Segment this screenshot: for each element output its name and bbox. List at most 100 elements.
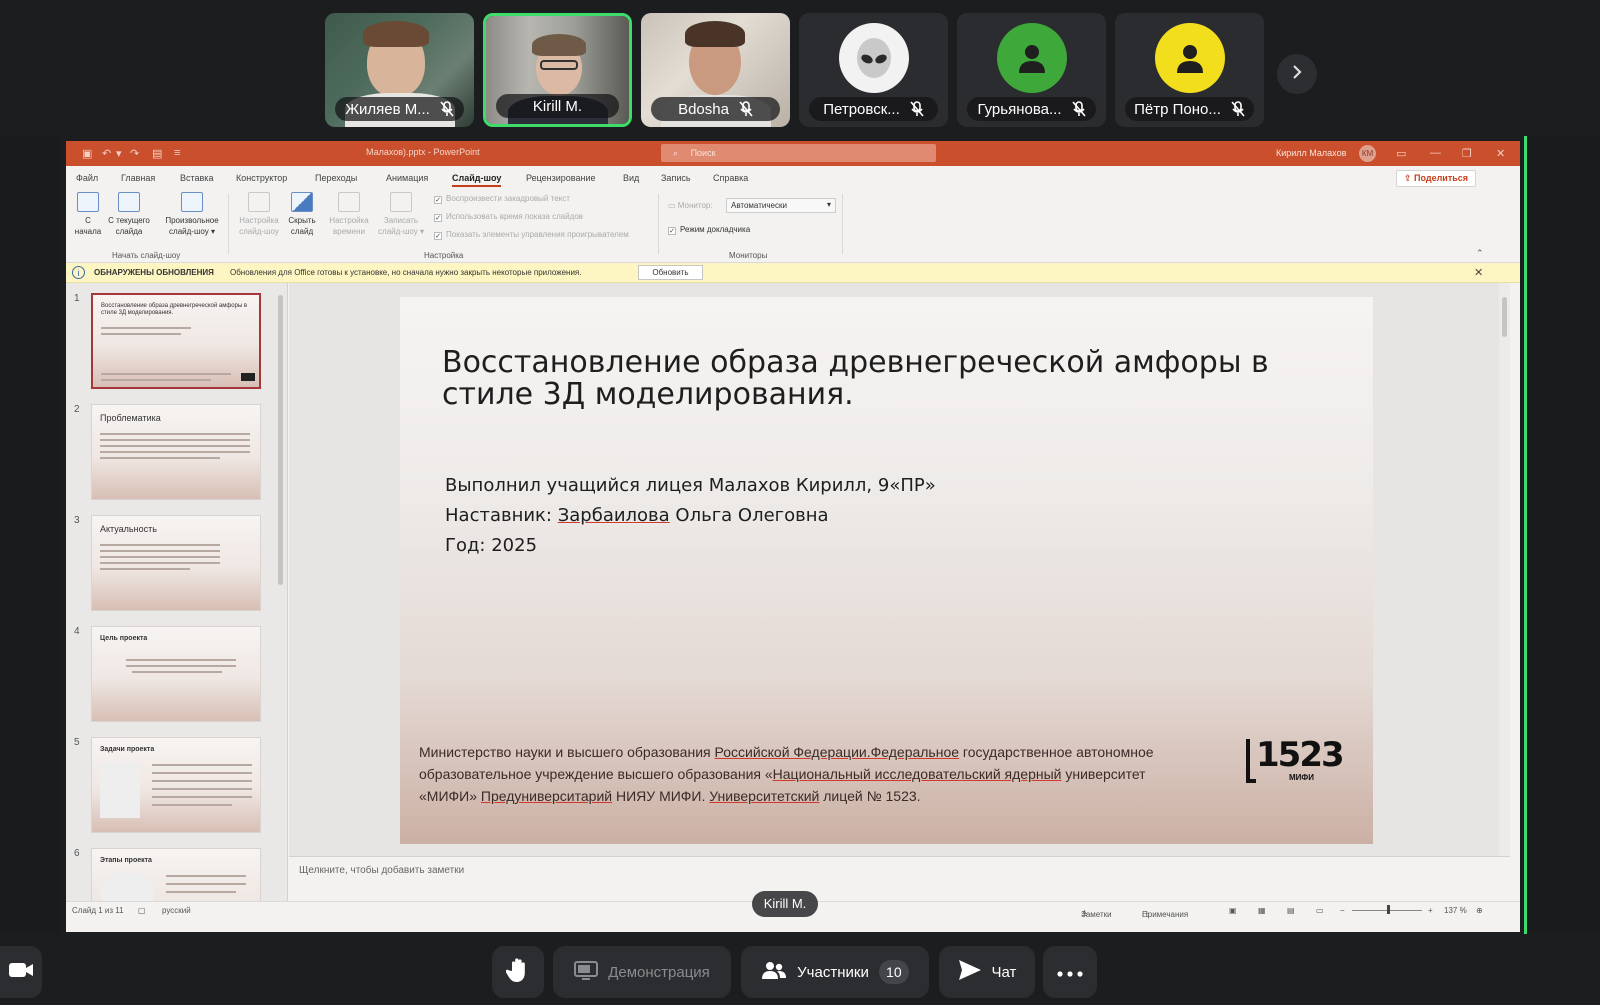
button-label: С текущего	[108, 216, 150, 225]
slide-sorter-icon[interactable]: ▦	[1258, 906, 1266, 915]
participant-tile[interactable]: Жиляев М...	[325, 13, 474, 127]
close-icon[interactable]: ✕	[1496, 147, 1505, 160]
update-button[interactable]: Обновить	[638, 265, 703, 280]
chevron-down-icon[interactable]: ▾	[116, 147, 122, 160]
slide-thumbnail-5[interactable]: Задачи проекта	[91, 737, 261, 833]
search-box[interactable]: ⌕ Поиск	[661, 144, 936, 162]
fit-slide-icon[interactable]: ⊕	[1476, 906, 1483, 915]
text-span: Зарбаилова	[557, 505, 670, 526]
thumbnail-text-line	[101, 327, 191, 329]
presentation-icon[interactable]: ▤	[152, 147, 162, 160]
thumbnail-title: Этапы проекта	[100, 857, 152, 864]
document-title: Малахов).pptx - PowerPoint	[366, 147, 480, 157]
share-button[interactable]: ⇪ Поделиться	[1396, 170, 1476, 187]
slide-year-line: Год: 2025	[445, 535, 538, 556]
participants-button[interactable]: Участники 10	[741, 946, 929, 998]
thumbnail-text-line	[152, 788, 252, 790]
participant-tile[interactable]: Пётр Поно...	[1115, 13, 1264, 127]
button-label: слайд-шоу ▾	[378, 227, 424, 236]
setup-slideshow-button[interactable]: Настройка слайд-шоу	[234, 192, 284, 237]
play-narrations-checkbox[interactable]: ✓ Воспроизвести закадровый текст	[434, 194, 570, 204]
redo-icon[interactable]: ↷	[130, 147, 139, 160]
participant-tile[interactable]: Петровск...	[799, 13, 948, 127]
ribbon-display-icon[interactable]: ▭	[1396, 147, 1406, 160]
participant-tile[interactable]: Гурьянова...	[957, 13, 1106, 127]
raise-hand-button[interactable]	[492, 946, 544, 998]
tab-home[interactable]: Главная	[121, 173, 155, 183]
thumbnail-text-line	[166, 891, 236, 893]
thumbnail-image	[100, 762, 140, 818]
slide-thumbnail-6[interactable]: Этапы проекта	[91, 848, 261, 901]
tab-review[interactable]: Рецензирование	[526, 173, 596, 183]
slide-thumbnail-3[interactable]: Актуальность	[91, 515, 261, 611]
hide-slide-button[interactable]: Скрыть слайд	[284, 192, 320, 237]
chat-button[interactable]: Чат	[939, 946, 1035, 998]
slide-thumbnail-2[interactable]: Проблематика	[91, 404, 261, 500]
checkbox-label: Воспроизвести закадровый текст	[446, 194, 570, 203]
rehearse-timings-button[interactable]: Настройка времени	[324, 192, 374, 237]
tab-view[interactable]: Вид	[623, 173, 639, 183]
tab-recording[interactable]: Запись	[661, 173, 691, 183]
select-value: Автоматически	[731, 201, 787, 210]
use-timings-checkbox[interactable]: ✓ Использовать время показа слайдов	[434, 212, 583, 222]
scrollbar-handle[interactable]	[278, 295, 283, 585]
customize-toolbar-icon[interactable]: ≡	[174, 147, 180, 159]
accessibility-icon[interactable]: ▢	[138, 906, 146, 915]
from-current-button[interactable]: С текущего слайда	[104, 192, 154, 237]
thumbnail-scrollbar[interactable]	[275, 283, 286, 901]
button-label: слайд	[290, 227, 314, 236]
collapse-ribbon-icon[interactable]: ⌃	[1476, 248, 1484, 259]
chat-label: Чат	[991, 963, 1017, 981]
close-icon[interactable]: ✕	[1474, 266, 1483, 279]
editor-scrollbar[interactable]	[1499, 283, 1510, 856]
undo-icon[interactable]: ↶	[102, 147, 111, 160]
from-start-button[interactable]: С начала	[74, 192, 102, 237]
zoom-level[interactable]: 137 %	[1444, 906, 1467, 915]
zoom-in-icon[interactable]: +	[1428, 906, 1433, 915]
more-options-button[interactable]	[1043, 946, 1097, 998]
ribbon-tabs: Файл Главная Вставка Конструктор Переход…	[66, 166, 1520, 188]
next-participants-button[interactable]	[1277, 54, 1317, 94]
avatar[interactable]: КМ	[1359, 145, 1376, 162]
thumbnail-text-line	[126, 659, 236, 661]
notes-field[interactable]: Щелкните, чтобы добавить заметки	[289, 856, 1510, 901]
tab-design[interactable]: Конструктор	[236, 173, 287, 183]
minimize-icon[interactable]: —	[1430, 147, 1441, 159]
presenter-view-checkbox[interactable]: ✓ Режим докладчика	[668, 225, 750, 235]
record-slideshow-button[interactable]: Записать слайд-шоу ▾	[374, 192, 428, 237]
show-media-controls-checkbox[interactable]: ✓ Показать элементы управления проигрыват…	[434, 230, 629, 240]
hand-icon	[505, 957, 530, 987]
participant-tile-active[interactable]: Kirill M.	[483, 13, 632, 127]
tab-help[interactable]: Справка	[713, 173, 748, 183]
save-icon[interactable]: ▣	[82, 147, 92, 160]
slideshow-view-icon[interactable]: ▭	[1316, 906, 1324, 915]
camera-button[interactable]	[0, 946, 42, 998]
participant-tile[interactable]: Bdosha	[641, 13, 790, 127]
thumbnail-text-line	[152, 780, 252, 782]
tab-animations[interactable]: Анимация	[386, 173, 428, 183]
powerpoint-window: ▣ ↶ ▾ ↷ ▤ ≡ Малахов).pptx - PowerPoint ⌕…	[66, 141, 1520, 932]
tab-transitions[interactable]: Переходы	[315, 173, 357, 183]
monitor-select[interactable]: Автоматически ▾	[726, 198, 836, 213]
participant-name-pill: Пётр Поно...	[1125, 97, 1254, 121]
tab-insert[interactable]: Вставка	[180, 173, 213, 183]
restore-icon[interactable]: ❐	[1462, 147, 1472, 160]
thumbnail-number: 3	[74, 515, 80, 526]
text-span: лицей № 1523.	[819, 788, 921, 804]
text-span: образовательное учреждение высшего образ…	[419, 766, 773, 782]
update-text: Обновления для Office готовы к установке…	[230, 268, 582, 277]
slide-thumbnail-4[interactable]: Цель проекта	[91, 626, 261, 722]
custom-slideshow-button[interactable]: Произвольное слайд-шоу ▾	[160, 192, 224, 237]
current-slide[interactable]: Восстановление образа древнегреческой ам…	[400, 297, 1373, 844]
zoom-slider-handle[interactable]	[1387, 905, 1390, 914]
reading-view-icon[interactable]: ▤	[1287, 906, 1295, 915]
scrollbar-handle[interactable]	[1502, 297, 1507, 337]
thumbnail-text-line	[100, 562, 220, 564]
zoom-out-icon[interactable]: −	[1340, 906, 1345, 915]
language-indicator[interactable]: русский	[162, 906, 191, 915]
slide-thumbnail-1[interactable]: Восстановление образа древнегреческой ам…	[91, 293, 261, 389]
screen-share-button[interactable]: Демонстрация	[553, 946, 731, 998]
tab-file[interactable]: Файл	[76, 173, 98, 183]
normal-view-icon[interactable]: ▣	[1229, 906, 1237, 915]
tab-slideshow[interactable]: Слайд-шоу	[452, 173, 502, 187]
